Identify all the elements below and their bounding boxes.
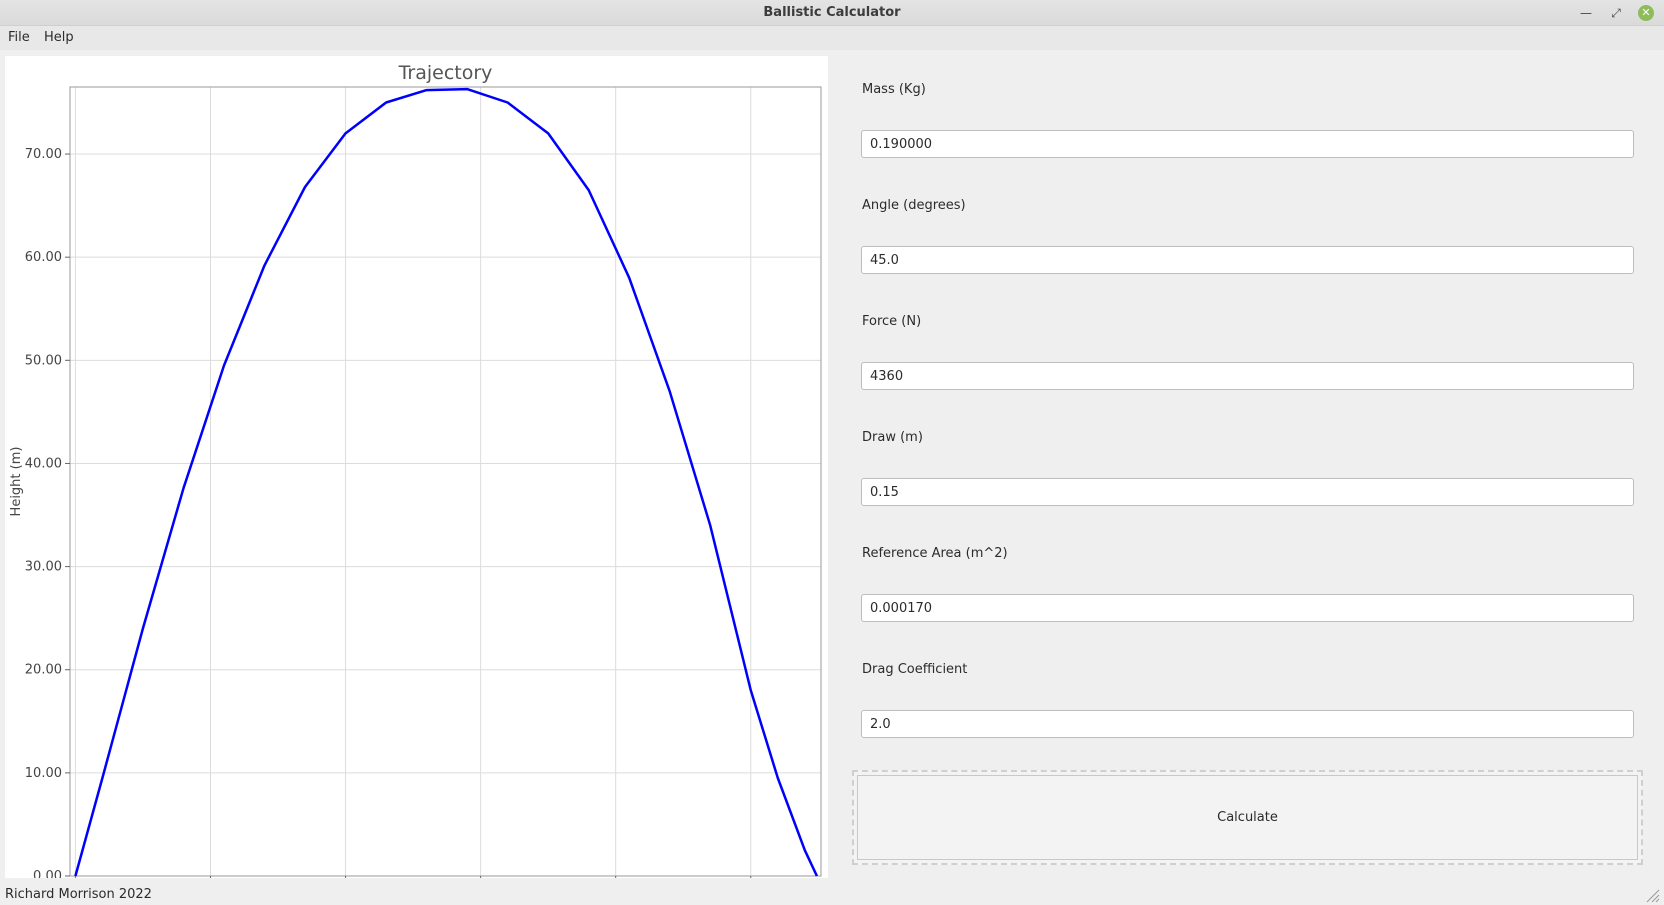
angle-input[interactable] (861, 246, 1634, 274)
draw-label: Draw (m) (862, 430, 923, 445)
maximize-icon[interactable]: ⤢ (1608, 5, 1624, 21)
status-text: Richard Morrison 2022 (5, 887, 152, 902)
drag-coefficient-label: Drag Coefficient (862, 662, 968, 677)
reference-area-label: Reference Area (m^2) (862, 546, 1008, 561)
calculate-button-frame (857, 775, 1638, 860)
menu-bar: File Help (0, 26, 1664, 50)
y-tick-label: 70.00 (25, 147, 62, 162)
y-tick-label: 10.00 (25, 766, 62, 781)
close-icon[interactable]: ✕ (1638, 5, 1654, 21)
resize-grip-icon[interactable] (1644, 887, 1660, 903)
angle-label: Angle (degrees) (862, 198, 966, 213)
window-titlebar: Ballistic Calculator — ⤢ ✕ (0, 0, 1664, 26)
minimize-icon[interactable]: — (1578, 5, 1594, 21)
menu-file[interactable]: File (8, 30, 30, 45)
trajectory-line (74, 87, 819, 877)
menu-help[interactable]: Help (44, 30, 74, 45)
y-tick-label: 0.00 (33, 869, 62, 878)
y-axis-label: Height (m) (9, 447, 24, 517)
chart-title: Trajectory (398, 62, 493, 84)
mass-label: Mass (Kg) (862, 82, 926, 97)
y-tick-label: 40.00 (25, 456, 62, 471)
force-input[interactable] (861, 362, 1634, 390)
reference-area-input[interactable] (861, 594, 1634, 622)
plot-frame (69, 86, 822, 877)
y-tick-label: 30.00 (25, 560, 62, 575)
mass-input[interactable] (861, 130, 1634, 158)
calculate-button[interactable]: Calculate (852, 770, 1643, 865)
drag-coefficient-input[interactable] (861, 710, 1634, 738)
y-tick-label: 50.00 (25, 353, 62, 368)
trajectory-chart: 0.0050.00100.00150.00200.00250.000.0010.… (9, 62, 822, 878)
trajectory-plot-panel: 0.0050.00100.00150.00200.00250.000.0010.… (5, 56, 828, 878)
status-bar: Richard Morrison 2022 (0, 880, 1664, 905)
force-label: Force (N) (862, 314, 922, 329)
window-title: Ballistic Calculator (763, 5, 901, 20)
draw-input[interactable] (861, 478, 1634, 506)
y-tick-label: 60.00 (25, 250, 62, 265)
y-tick-label: 20.00 (25, 663, 62, 678)
